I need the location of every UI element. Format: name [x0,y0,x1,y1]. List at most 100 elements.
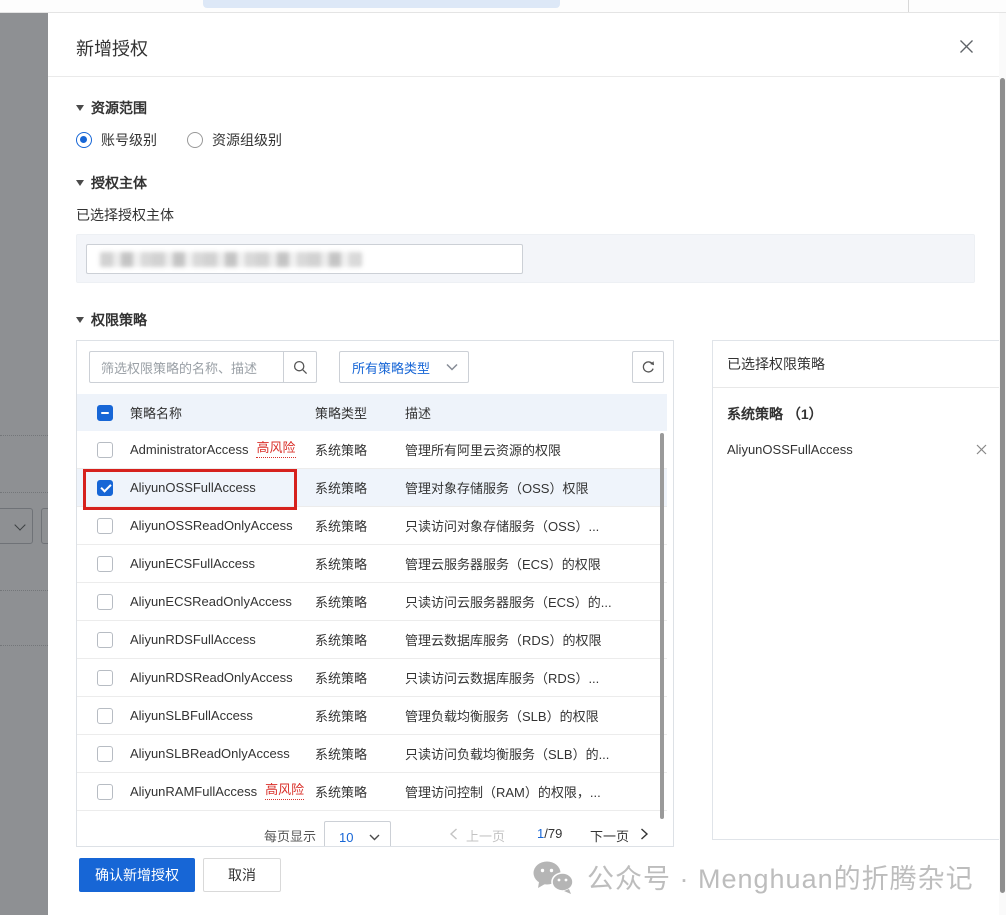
table-row[interactable]: AliyunRDSReadOnlyAccess 系统策略 只读访问云数据库服务（… [77,659,667,697]
table-row[interactable]: AdministratorAccess 高风险 系统策略 管理所有阿里云资源的权… [77,431,667,469]
policy-name: AdministratorAccess [130,442,248,457]
table-row[interactable]: AliyunECSFullAccess 系统策略 管理云服务器服务（ECS）的权… [77,545,667,583]
table-row[interactable]: AliyunSLBFullAccess 系统策略 管理负载均衡服务（SLB）的权… [77,697,667,735]
policy-type-cell: 系统策略 [315,706,405,725]
selected-policy-item: AliyunOSSFullAccess [713,436,1002,463]
table-scrollbar[interactable] [660,433,664,819]
select-all-checkbox[interactable] [97,405,113,421]
policy-type-cell: 系统策略 [315,592,405,611]
row-checkbox[interactable] [97,480,113,496]
collapse-triangle-icon [76,105,84,111]
row-checkbox[interactable] [97,594,113,610]
table-header: 策略名称 策略类型 描述 [77,394,667,431]
background-dotted-line [0,492,48,493]
selected-policies-panel: 已选择权限策略 系统策略 （1） AliyunOSSFullAccess [712,340,1003,840]
refresh-button[interactable] [632,351,664,383]
policy-name-cell: AliyunECSFullAccess [123,556,315,571]
resource-scope-radios: 账号级别 资源组级别 [76,130,282,150]
policy-name: AliyunECSFullAccess [130,556,255,571]
search-placeholder: 筛选权限策略的名称、描述 [90,358,283,377]
table-row[interactable]: AliyunRAMFullAccess 高风险 系统策略 管理访问控制（RAM）… [77,773,667,811]
add-authorization-dialog: 新增授权 资源范围 账号级别 资源组级别 授权主体 已选择授权主体 权限策略 [48,13,1006,915]
policy-search-input[interactable]: 筛选权限策略的名称、描述 [89,351,317,383]
watermark-text: 公众号 · Menghuan的折腾杂记 [587,857,974,896]
principal-input[interactable] [86,244,523,274]
selected-policies-title: 已选择权限策略 [713,341,1002,388]
cancel-button[interactable]: 取消 [203,858,281,892]
policy-desc-cell: 管理对象存储服务（OSS）权限 [405,478,667,497]
policy-desc-cell: 管理负载均衡服务（SLB）的权限 [405,706,667,725]
policy-desc-cell: 管理所有阿里云资源的权限 [405,440,667,459]
policy-name-cell: AdministratorAccess 高风险 [123,441,315,458]
principal-panel [76,234,975,283]
row-checkbox[interactable] [97,518,113,534]
next-page-chevron-icon[interactable] [640,828,649,840]
policy-desc-cell: 只读访问对象存储服务（OSS）... [405,516,667,535]
background-divider [908,0,909,12]
background-dotted-line [0,645,48,646]
policy-type-cell: 系统策略 [315,516,405,535]
remove-item-icon[interactable] [974,443,988,457]
row-checkbox[interactable] [97,632,113,648]
policy-name-cell: AliyunRDSReadOnlyAccess [123,670,315,685]
policy-name: AliyunOSSReadOnlyAccess [130,518,293,533]
policy-name-cell: AliyunRDSFullAccess [123,632,315,647]
policy-rows: AdministratorAccess 高风险 系统策略 管理所有阿里云资源的权… [77,431,667,811]
row-checkbox[interactable] [97,746,113,762]
page-scrollbar-thumb[interactable] [1000,78,1005,893]
policy-type-value: 所有策略类型 [352,358,430,377]
policy-name-cell: AliyunSLBReadOnlyAccess [123,746,315,761]
dialog-header: 新增授权 [48,13,1006,77]
column-policy-type: 策略类型 [315,403,405,422]
risk-badge: 高风险 [265,783,304,800]
policy-desc-cell: 管理云数据库服务（RDS）的权限 [405,630,667,649]
section-principal[interactable]: 授权主体 [76,173,147,193]
next-page-button[interactable]: 下一页 [590,826,629,845]
background-select-box [0,508,33,544]
table-row[interactable]: AliyunSLBReadOnlyAccess 系统策略 只读访问负载均衡服务（… [77,735,667,773]
row-checkbox[interactable] [97,784,113,800]
table-row[interactable]: AliyunRDSFullAccess 系统策略 管理云数据库服务（RDS）的权… [77,621,667,659]
watermark: 公众号 · Menghuan的折腾杂记 [531,857,974,896]
row-checkbox[interactable] [97,556,113,572]
row-checkbox[interactable] [97,708,113,724]
refresh-icon [641,360,656,375]
policy-name: AliyunECSReadOnlyAccess [130,594,292,609]
policy-name-cell: AliyunOSSFullAccess [123,480,315,495]
section-label: 授权主体 [91,173,147,193]
policy-name-cell: AliyunSLBFullAccess [123,708,315,723]
table-row[interactable]: AliyunOSSFullAccess 系统策略 管理对象存储服务（OSS）权限 [77,469,667,507]
section-resource-scope[interactable]: 资源范围 [76,98,147,118]
search-icon[interactable] [284,360,316,375]
selected-policies-group: 系统策略 （1） [713,388,1002,436]
confirm-button[interactable]: 确认新增授权 [79,858,195,892]
selected-principal-label: 已选择授权主体 [76,205,174,225]
prev-page-chevron-icon [449,828,458,840]
policy-desc-cell: 管理访问控制（RAM）的权限，... [405,782,667,801]
close-icon[interactable] [956,36,976,56]
row-checkbox[interactable] [97,442,113,458]
policy-name: AliyunRDSReadOnlyAccess [130,670,293,685]
prev-page-button[interactable]: 上一页 [466,826,505,845]
policy-name: AliyunOSSFullAccess [130,480,256,495]
collapse-triangle-icon [76,180,84,186]
collapse-triangle-icon [76,317,84,323]
policy-type-cell: 系统策略 [315,668,405,687]
radio-account-level[interactable]: 账号级别 [76,130,157,150]
policy-name: AliyunRAMFullAccess [130,784,257,799]
modal-overlay-mask [0,13,48,915]
section-policy[interactable]: 权限策略 [76,310,147,330]
radio-resource-group-level[interactable]: 资源组级别 [187,130,282,150]
dialog-title: 新增授权 [76,35,148,61]
policy-name-cell: AliyunOSSReadOnlyAccess [123,518,315,533]
chevron-down-icon [369,834,380,841]
policy-type-select[interactable]: 所有策略类型 [339,351,469,383]
table-row[interactable]: AliyunOSSReadOnlyAccess 系统策略 只读访问对象存储服务（… [77,507,667,545]
radio-selected-icon [76,132,92,148]
policy-type-cell: 系统策略 [315,744,405,763]
background-search-bar [203,0,560,8]
radio-label: 账号级别 [101,130,157,150]
row-checkbox[interactable] [97,670,113,686]
page-size-select[interactable]: 10 [324,821,391,847]
table-row[interactable]: AliyunECSReadOnlyAccess 系统策略 只读访问云服务器服务（… [77,583,667,621]
